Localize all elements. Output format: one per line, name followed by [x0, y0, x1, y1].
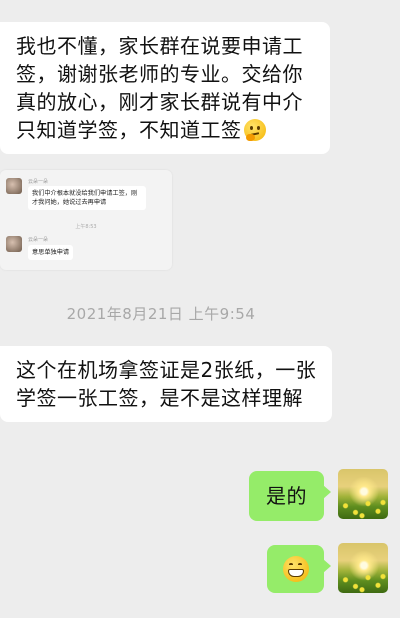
embedded-chat-screenshot[interactable]: 云朵一朵 我们中介根本就没给我们申请工签，刚才我问她，她说过去再申请 上午8:5… — [0, 170, 172, 270]
avatar — [6, 178, 22, 194]
thinking-face-icon — [243, 119, 266, 141]
sender-name: 云朵一朵 — [28, 179, 49, 185]
sender-name: 云朵一朵 — [28, 237, 49, 243]
my-avatar[interactable] — [338, 543, 388, 593]
outgoing-message-2[interactable] — [267, 545, 331, 593]
embedded-message: 意思单独申请 — [28, 245, 74, 260]
embedded-timestamp: 上午8:53 — [75, 224, 97, 230]
message-text: 是的 — [266, 484, 307, 508]
chat-timestamp: 2021年8月21日 上午9:54 — [66, 305, 256, 323]
embedded-message: 我们中介根本就没给我们申请工签，刚才我问她，她说过去再申请 — [28, 186, 146, 210]
incoming-message-2[interactable]: 这个在机场拿签证是2张纸，一张学签一张工签，是不是这样理解 — [0, 346, 332, 422]
message-text: 这个在机场拿签证是2张纸，一张学签一张工签，是不是这样理解 — [16, 358, 317, 410]
grinning-face-icon — [282, 556, 309, 582]
outgoing-message-1[interactable]: 是的 — [249, 471, 331, 521]
my-avatar[interactable] — [338, 469, 388, 519]
avatar — [6, 236, 22, 252]
incoming-message-1[interactable]: 我也不懂，家长群在说要申请工签，谢谢张老师的专业。交给你真的放心，刚才家长群说有… — [0, 22, 330, 154]
